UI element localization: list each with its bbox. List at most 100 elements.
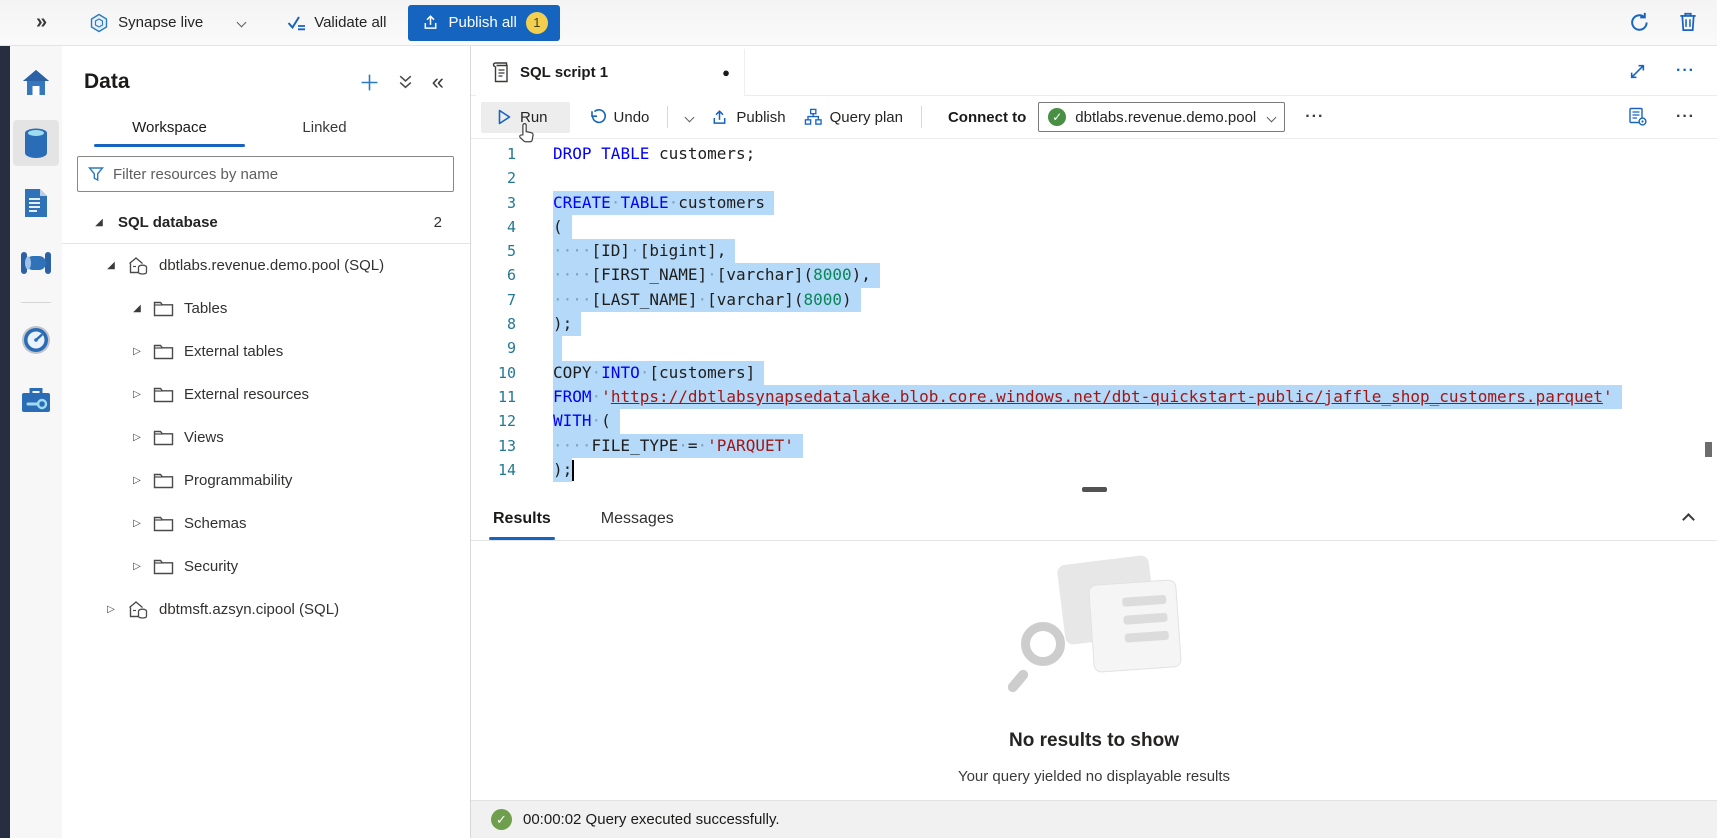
code-line[interactable]: 14); [471, 458, 1717, 482]
rail-item-data[interactable] [13, 120, 59, 166]
sql-pool-icon [127, 600, 149, 620]
tree-item-label: Views [184, 429, 224, 446]
code-line[interactable]: 10COPY·INTO·[customers] [471, 361, 1717, 385]
filter-box [77, 156, 454, 192]
tree-item[interactable]: ▷ External tables [62, 330, 470, 373]
expand-editor-icon[interactable] [1629, 63, 1646, 80]
folder-icon [153, 558, 174, 575]
home-icon [20, 68, 52, 98]
undo-label: Undo [614, 109, 650, 126]
code-line[interactable]: 3CREATE·TABLE·customers [471, 191, 1717, 215]
tab-workspace[interactable]: Workspace [92, 110, 247, 147]
tree-expanded-icon[interactable]: ◢ [92, 217, 106, 228]
mouse-cursor [517, 122, 537, 144]
collapse-all-icon[interactable] [397, 74, 414, 90]
collapse-panel-icon[interactable]: « [432, 75, 444, 89]
tree-item[interactable]: ▷ External resources [62, 373, 470, 416]
publish-all-button[interactable]: Publish all 1 [408, 5, 559, 41]
code-line[interactable]: 9 [471, 336, 1717, 360]
sql-script-icon [492, 62, 510, 83]
filter-input[interactable] [113, 166, 443, 183]
rail-item-develop[interactable] [13, 180, 59, 226]
tree-item[interactable]: ◢ dbtlabs.revenue.demo.pool (SQL) [62, 244, 470, 287]
tab-more-icon[interactable]: ··· [1676, 62, 1695, 80]
code-line[interactable]: 6····[FIRST_NAME]·[varchar](8000), [471, 263, 1717, 287]
folder-icon [153, 515, 174, 532]
code-line[interactable]: 1DROP TABLE customers; [471, 142, 1717, 166]
status-message: 00:00:02 Query executed successfully. [523, 811, 780, 828]
code-line[interactable]: 7····[LAST_NAME]·[varchar](8000) [471, 288, 1717, 312]
add-resource-button[interactable] [360, 73, 379, 92]
gauge-icon [20, 324, 52, 356]
run-options-caret-icon[interactable] [686, 114, 693, 121]
rail-item-monitor[interactable] [13, 317, 59, 363]
mode-selector[interactable]: Synapse live [89, 13, 245, 33]
mode-caret-icon[interactable] [237, 18, 247, 28]
tree-item[interactable]: ◢ Tables [62, 287, 470, 330]
tree-item[interactable]: ▷ Security [62, 545, 470, 588]
folder-icon [153, 343, 174, 360]
code-line[interactable]: 5····[ID]·[bigint], [471, 239, 1717, 263]
toolbar-more-icon[interactable]: ··· [1305, 108, 1324, 126]
horizontal-scrollbar[interactable] [1082, 487, 1107, 492]
tab-results[interactable]: Results [489, 510, 555, 540]
sidebar-expand-icon[interactable]: » [36, 11, 45, 34]
code-line[interactable]: 8); [471, 312, 1717, 336]
rail-item-manage[interactable] [13, 377, 59, 423]
filter-funnel-icon [88, 166, 104, 182]
tree-item[interactable]: ▷ dbtmsft.azsyn.cipool (SQL) [62, 588, 470, 631]
publish-count-badge: 1 [526, 12, 548, 34]
tree-toggle-icon[interactable]: ◢ [104, 260, 118, 271]
tree-toggle-icon[interactable]: ▷ [104, 604, 118, 615]
tree-item-label: dbtmsft.azsyn.cipool (SQL) [159, 601, 339, 618]
tree-toggle-icon[interactable]: ▷ [130, 432, 144, 443]
view-settings-icon[interactable] [1628, 107, 1648, 127]
undo-button[interactable]: Undo [588, 108, 650, 126]
collapse-results-icon[interactable] [1684, 511, 1693, 529]
code-line[interactable]: 2 [471, 166, 1717, 190]
tree-item-label: External tables [184, 343, 283, 360]
refresh-icon[interactable] [1628, 11, 1651, 34]
folder-icon [153, 300, 174, 317]
toolbar-separator [667, 106, 668, 128]
connect-to-label: Connect to [948, 109, 1026, 126]
code-line[interactable]: 11FROM·'https://dbtlabsynapsedatalake.bl… [471, 385, 1717, 409]
pool-select-dropdown[interactable]: ✓ dbtlabs.revenue.demo.pool [1038, 102, 1285, 132]
sql-editor[interactable]: 1DROP TABLE customers;23CREATE·TABLE·cus… [471, 139, 1717, 498]
tree-item[interactable]: ▷ Programmability [62, 459, 470, 502]
tree-toggle-icon[interactable]: ▷ [130, 389, 144, 400]
synapse-logo-icon [89, 13, 109, 33]
tree-toggle-icon[interactable]: ◢ [130, 303, 144, 314]
vertical-scrollbar[interactable] [1705, 442, 1712, 457]
document-icon [22, 187, 50, 219]
editor-more-icon[interactable]: ··· [1676, 108, 1695, 126]
tree-item[interactable]: ▷ Views [62, 416, 470, 459]
tree-toggle-icon[interactable]: ▷ [130, 475, 144, 486]
data-explorer-panel: Data « Workspace Linked ◢ SQL database 2… [62, 46, 471, 838]
tree-toggle-icon[interactable]: ▷ [130, 518, 144, 529]
upload-icon [422, 14, 439, 31]
publish-button[interactable]: Publish [711, 109, 785, 126]
code-line[interactable]: 4( [471, 215, 1717, 239]
validate-all-button[interactable]: Validate all [287, 14, 386, 31]
rail-item-home[interactable] [13, 60, 59, 106]
text-cursor [572, 460, 574, 481]
pool-connected-icon: ✓ [1048, 108, 1066, 126]
tree-toggle-icon[interactable]: ▷ [130, 346, 144, 357]
rail-item-integrate[interactable] [13, 240, 59, 286]
code-line[interactable]: 13····FILE_TYPE·=·'PARQUET' [471, 434, 1717, 458]
document-tabstrip: SQL script 1 ● ··· [471, 46, 1717, 96]
folder-icon [153, 429, 174, 446]
tree-toggle-icon[interactable]: ▷ [130, 561, 144, 572]
magnifier-icon [1021, 622, 1065, 666]
database-icon [21, 127, 51, 159]
rail-divider [21, 302, 51, 303]
tab-linked[interactable]: Linked [247, 110, 402, 147]
code-line[interactable]: 12WITH·( [471, 409, 1717, 433]
query-plan-button[interactable]: Query plan [804, 108, 903, 126]
tab-sql-script[interactable]: SQL script 1 ● [476, 49, 745, 96]
trash-icon[interactable] [1677, 11, 1699, 34]
tree-item[interactable]: ▷ Schemas [62, 502, 470, 545]
tree-root-sql-database[interactable]: ◢ SQL database 2 [62, 201, 470, 244]
tab-messages[interactable]: Messages [597, 510, 678, 540]
